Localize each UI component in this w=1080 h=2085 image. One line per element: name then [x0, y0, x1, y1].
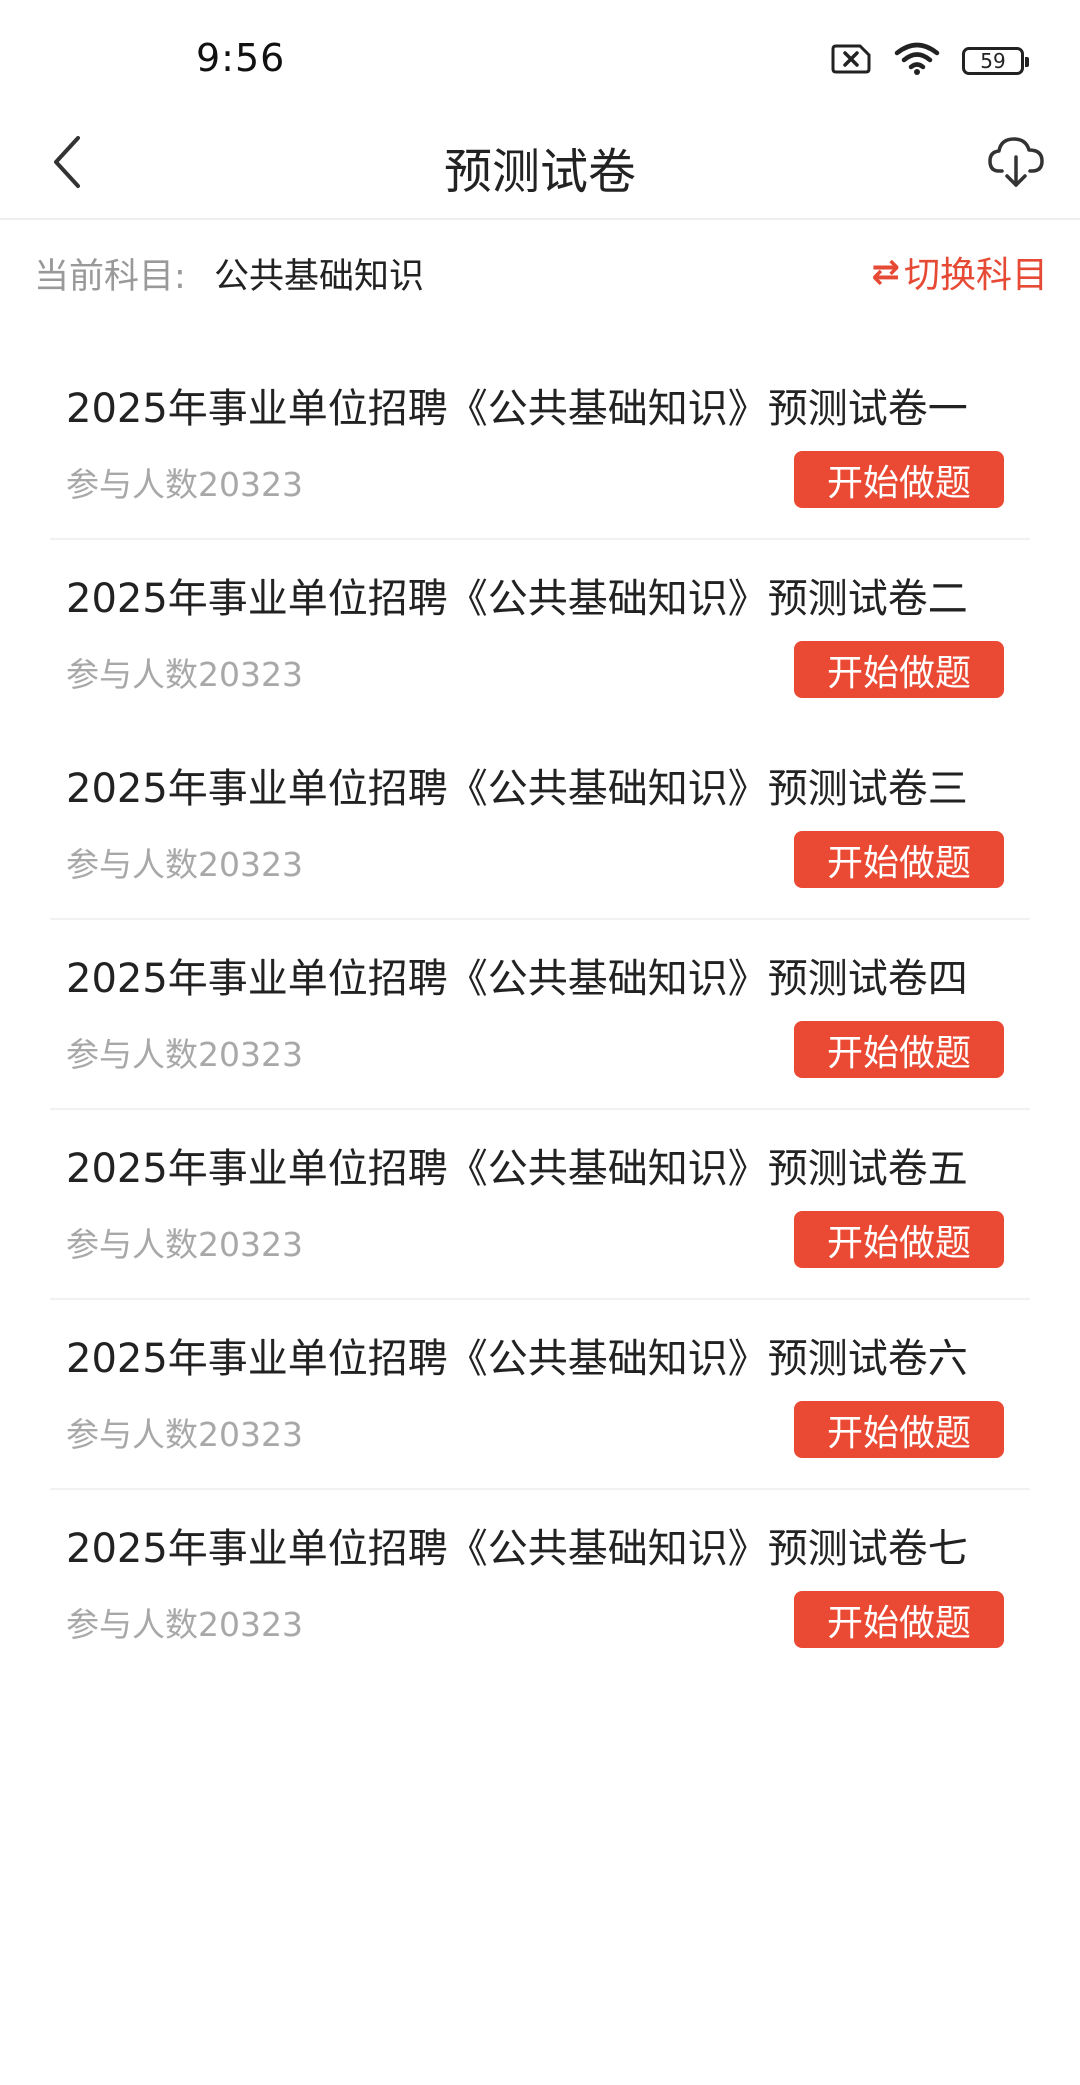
nav-bar: 预测试卷	[0, 110, 1080, 220]
subject-label: 当前科目:	[34, 257, 186, 297]
paper-title: 2025年事业单位招聘《公共基础知识》预测试卷六	[66, 1336, 968, 1382]
start-quiz-button[interactable]: 开始做题	[794, 1021, 1004, 1078]
paper-title: 2025年事业单位招聘《公共基础知识》预测试卷五	[66, 1146, 968, 1192]
participant-count: 参与人数20323	[66, 1225, 303, 1264]
status-bar: 9:56 59	[0, 0, 1080, 110]
participant-count: 参与人数20323	[66, 1415, 303, 1454]
list-item[interactable]: 2025年事业单位招聘《公共基础知识》预测试卷一 参与人数20323 开始做题	[50, 350, 1030, 540]
list-item[interactable]: 2025年事业单位招聘《公共基础知识》预测试卷二 参与人数20323 开始做题	[50, 540, 1030, 730]
battery-icon: 59	[962, 47, 1029, 75]
switch-subject-button[interactable]: ⇄ 切换科目	[871, 246, 1048, 298]
switch-subject-label: 切换科目	[903, 255, 1048, 296]
start-quiz-button[interactable]: 开始做题	[794, 1401, 1004, 1458]
subject-bar: 当前科目: 公共基础知识 ⇄ 切换科目	[0, 220, 1080, 320]
list-item[interactable]: 2025年事业单位招聘《公共基础知识》预测试卷五 参与人数20323 开始做题	[50, 1110, 1030, 1300]
page-title: 预测试卷	[443, 144, 636, 200]
paper-title: 2025年事业单位招聘《公共基础知识》预测试卷七	[66, 1526, 968, 1572]
wifi-icon	[894, 42, 940, 80]
paper-title: 2025年事业单位招聘《公共基础知识》预测试卷四	[66, 956, 968, 1002]
participant-count: 参与人数20323	[66, 1035, 303, 1074]
start-quiz-button[interactable]: 开始做题	[794, 831, 1004, 888]
list-item[interactable]: 2025年事业单位招聘《公共基础知识》预测试卷七 参与人数20323 开始做题	[50, 1490, 1030, 1680]
list-item[interactable]: 2025年事业单位招聘《公共基础知识》预测试卷六 参与人数20323 开始做题	[50, 1300, 1030, 1490]
paper-title: 2025年事业单位招聘《公共基础知识》预测试卷二	[66, 576, 968, 622]
status-icons: 59	[830, 42, 1029, 80]
start-quiz-button[interactable]: 开始做题	[794, 641, 1004, 698]
participant-count: 参与人数20323	[66, 655, 303, 694]
swap-arrows-icon: ⇄	[871, 252, 900, 292]
cloud-download-icon	[988, 137, 1044, 187]
paper-title: 2025年事业单位招聘《公共基础知识》预测试卷三	[66, 766, 968, 812]
start-quiz-button[interactable]: 开始做题	[794, 1591, 1004, 1648]
participant-count: 参与人数20323	[66, 1605, 303, 1644]
start-quiz-button[interactable]: 开始做题	[794, 451, 1004, 508]
paper-title: 2025年事业单位招聘《公共基础知识》预测试卷一	[66, 386, 968, 432]
start-quiz-button[interactable]: 开始做题	[794, 1211, 1004, 1268]
participant-count: 参与人数20323	[66, 845, 303, 884]
list-item[interactable]: 2025年事业单位招聘《公共基础知识》预测试卷三 参与人数20323 开始做题	[50, 730, 1030, 920]
list-item[interactable]: 2025年事业单位招聘《公共基础知识》预测试卷四 参与人数20323 开始做题	[50, 920, 1030, 1110]
status-time: 9:56	[196, 36, 286, 80]
participant-count: 参与人数20323	[66, 465, 303, 504]
download-button[interactable]	[980, 126, 1052, 198]
paper-list: 2025年事业单位招聘《公共基础知识》预测试卷一 参与人数20323 开始做题 …	[0, 350, 1080, 1680]
battery-level: 59	[980, 49, 1006, 73]
sim-x-icon	[830, 43, 872, 79]
subject-value: 公共基础知识	[214, 257, 425, 297]
